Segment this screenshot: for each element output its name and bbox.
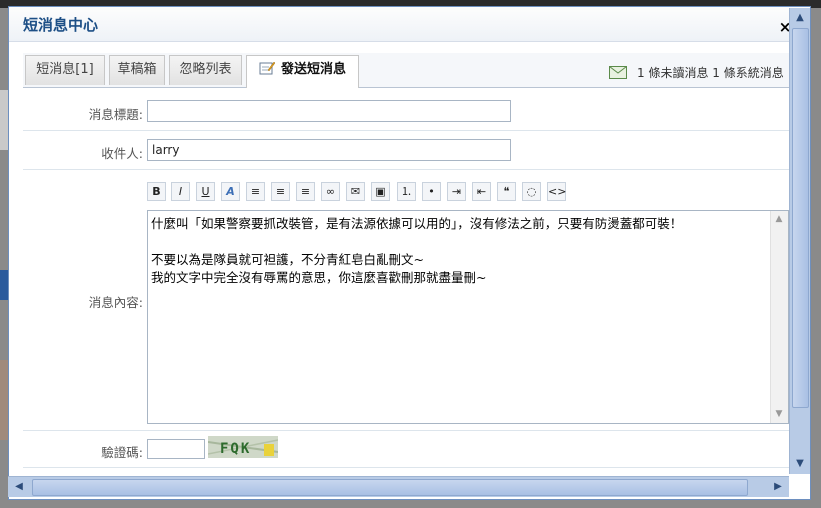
compose-icon (259, 61, 275, 75)
editor-line: 什麼叫「如果警察要抓改裝管，是有法源依據可以用的」，沒有修法之前，只要有防燙蓋都… (151, 216, 683, 231)
tab-ignore-list[interactable]: 忽略列表 (169, 55, 242, 85)
editor-scrollbar[interactable]: ▲ ▼ (770, 211, 788, 423)
content-label: 消息內容: (88, 295, 143, 310)
indent-button[interactable]: ⇥ (447, 182, 466, 201)
message-status: 1 條未讀消息 1 條系統消息 (609, 64, 784, 81)
underline-button[interactable]: U (196, 182, 215, 201)
ordered-list-button[interactable]: ⒈ (397, 182, 416, 201)
outdent-button[interactable]: ⇤ (472, 182, 491, 201)
recipient-input[interactable] (147, 139, 511, 161)
tab-inbox[interactable]: 短消息[1] (25, 55, 105, 85)
tab-label: 發送短消息 (280, 62, 346, 77)
scroll-right-icon[interactable]: ▶ (770, 479, 786, 495)
recipient-label: 收件人: (101, 146, 143, 161)
horizontal-scroll-thumb[interactable] (32, 479, 748, 496)
editor-line: 我的文字中完全沒有辱罵的意思，你這麼喜歡刪那就盡量刪~ (151, 270, 487, 285)
vertical-scrollbar[interactable]: ▲ ▼ (789, 8, 810, 474)
content-row: 消息內容: B I U A ≡ ≡ ≡ ∞ ✉ ▣ ⒈ • ⇥ ⇤ ❝ ◌ <> 什麼叫「如果警察要抓改裝管，是… (23, 170, 789, 431)
status-text: 1 條未讀消息 1 條系統消息 (637, 66, 784, 80)
dialog-title: 短消息中心 (23, 16, 99, 34)
image-button[interactable]: ▣ (371, 182, 390, 201)
message-editor[interactable]: 什麼叫「如果警察要抓改裝管，是有法源依據可以用的」，沒有修法之前，只要有防燙蓋都… (147, 210, 789, 424)
captcha-image[interactable]: FQK (207, 436, 279, 458)
code-button[interactable]: <> (547, 182, 566, 201)
dialog-title-bar[interactable]: 短消息中心 × (9, 7, 810, 42)
captcha-label: 驗證碼: (101, 445, 143, 460)
captcha-row: 驗證碼: FQK (23, 431, 789, 468)
tab-label: 忽略列表 (179, 62, 232, 77)
quote-button[interactable]: ❝ (497, 182, 516, 201)
captcha-input[interactable] (147, 439, 205, 459)
tab-drafts[interactable]: 草稿箱 (109, 55, 165, 85)
tab-label: 短消息[1] (36, 62, 94, 77)
comment-button[interactable]: ◌ (522, 182, 541, 201)
tab-send-message[interactable]: 發送短消息 (246, 55, 359, 88)
subject-label: 消息標題: (88, 107, 143, 122)
unordered-list-button[interactable]: • (422, 182, 441, 201)
scroll-down-icon[interactable]: ▼ (771, 406, 787, 423)
email-button[interactable]: ✉ (346, 182, 365, 201)
tab-bar: 短消息[1] 草稿箱 忽略列表 發送短消息 1 條未讀消息 1 條系統消息 (23, 53, 789, 88)
link-button[interactable]: ∞ (321, 182, 340, 201)
horizontal-scrollbar[interactable]: ◀ ▶ (8, 476, 789, 497)
tab-label: 草稿箱 (117, 62, 157, 77)
bold-button[interactable]: B (147, 182, 166, 201)
captcha-text: FQK (220, 441, 251, 457)
subject-input[interactable] (147, 100, 511, 122)
recipient-row: 收件人: (23, 131, 789, 170)
align-center-button[interactable]: ≡ (271, 182, 290, 201)
align-right-button[interactable]: ≡ (296, 182, 315, 201)
captcha-graphic: FQK (207, 436, 279, 458)
subject-row: 消息標題: (23, 94, 789, 131)
message-dialog: 短消息中心 × 短消息[1] 草稿箱 忽略列表 發送短消息 1 條未讀消息 1 … (8, 6, 811, 500)
scroll-up-icon[interactable]: ▲ (771, 211, 787, 228)
scroll-down-icon[interactable]: ▼ (792, 456, 808, 472)
italic-button[interactable]: I (171, 182, 190, 201)
vertical-scroll-thumb[interactable] (792, 28, 809, 408)
scroll-left-icon[interactable]: ◀ (11, 479, 27, 495)
mail-icon (609, 66, 627, 79)
editor-line: 不要以為是隊員就可袒護，不分青紅皂白亂刪文~ (151, 252, 424, 267)
scroll-up-icon[interactable]: ▲ (792, 10, 808, 26)
align-left-button[interactable]: ≡ (246, 182, 265, 201)
font-color-button[interactable]: A (221, 182, 240, 201)
